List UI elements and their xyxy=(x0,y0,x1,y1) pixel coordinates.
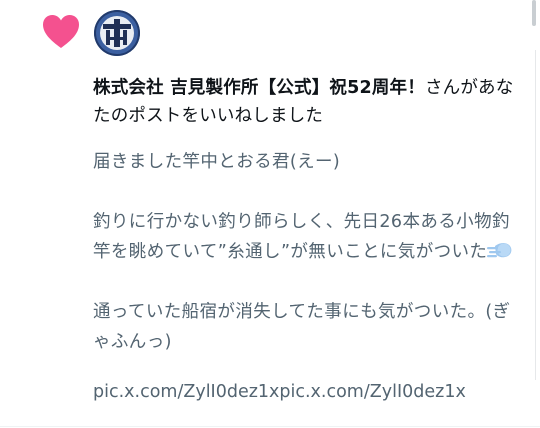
scrollbar-thumb[interactable] xyxy=(532,0,536,26)
post-links: pic.x.com/ZylI0dez1xpic.x.com/ZylI0dez1x xyxy=(93,378,533,406)
post-paragraph: 釣りに行かない釣り師らしく、先日26本ある小物釣竿を眺めていて”糸通し”が無いこ… xyxy=(93,212,510,262)
notification-headline: 株式会社 吉見製作所【公式】祝52周年！さんがあなたのポストをいいねしました xyxy=(93,74,521,130)
dash-icon xyxy=(487,241,513,261)
actor-name[interactable]: 株式会社 吉見製作所【公式】祝52周年！ xyxy=(93,78,425,98)
post-paragraph: 通っていた船宿が消失してた事にも気がついた。(ぎゃふんっ) xyxy=(93,302,511,352)
post-paragraph-with-emoji: 釣りに行かない釣り師らしく、先日26本ある小物釣竿を眺めていて”糸通し”が無いこ… xyxy=(93,207,525,267)
avatar[interactable] xyxy=(94,10,140,56)
divider xyxy=(0,426,540,427)
heart-icon xyxy=(42,14,80,50)
post-text[interactable]: 届きました竿中とおる君(えー) 釣りに行かない釣り師らしく、先日26本ある小物釣… xyxy=(93,147,525,357)
pic-link[interactable]: pic.x.com/ZylI0dez1x xyxy=(279,382,465,402)
post-paragraph: 届きました竿中とおる君(えー) xyxy=(93,152,341,172)
pic-link[interactable]: pic.x.com/ZylI0dez1x xyxy=(93,382,279,402)
scrollbar-track[interactable] xyxy=(535,50,536,380)
like-notification[interactable]: 株式会社 吉見製作所【公式】祝52周年！さんがあなたのポストをいいねしました 届… xyxy=(0,0,540,428)
